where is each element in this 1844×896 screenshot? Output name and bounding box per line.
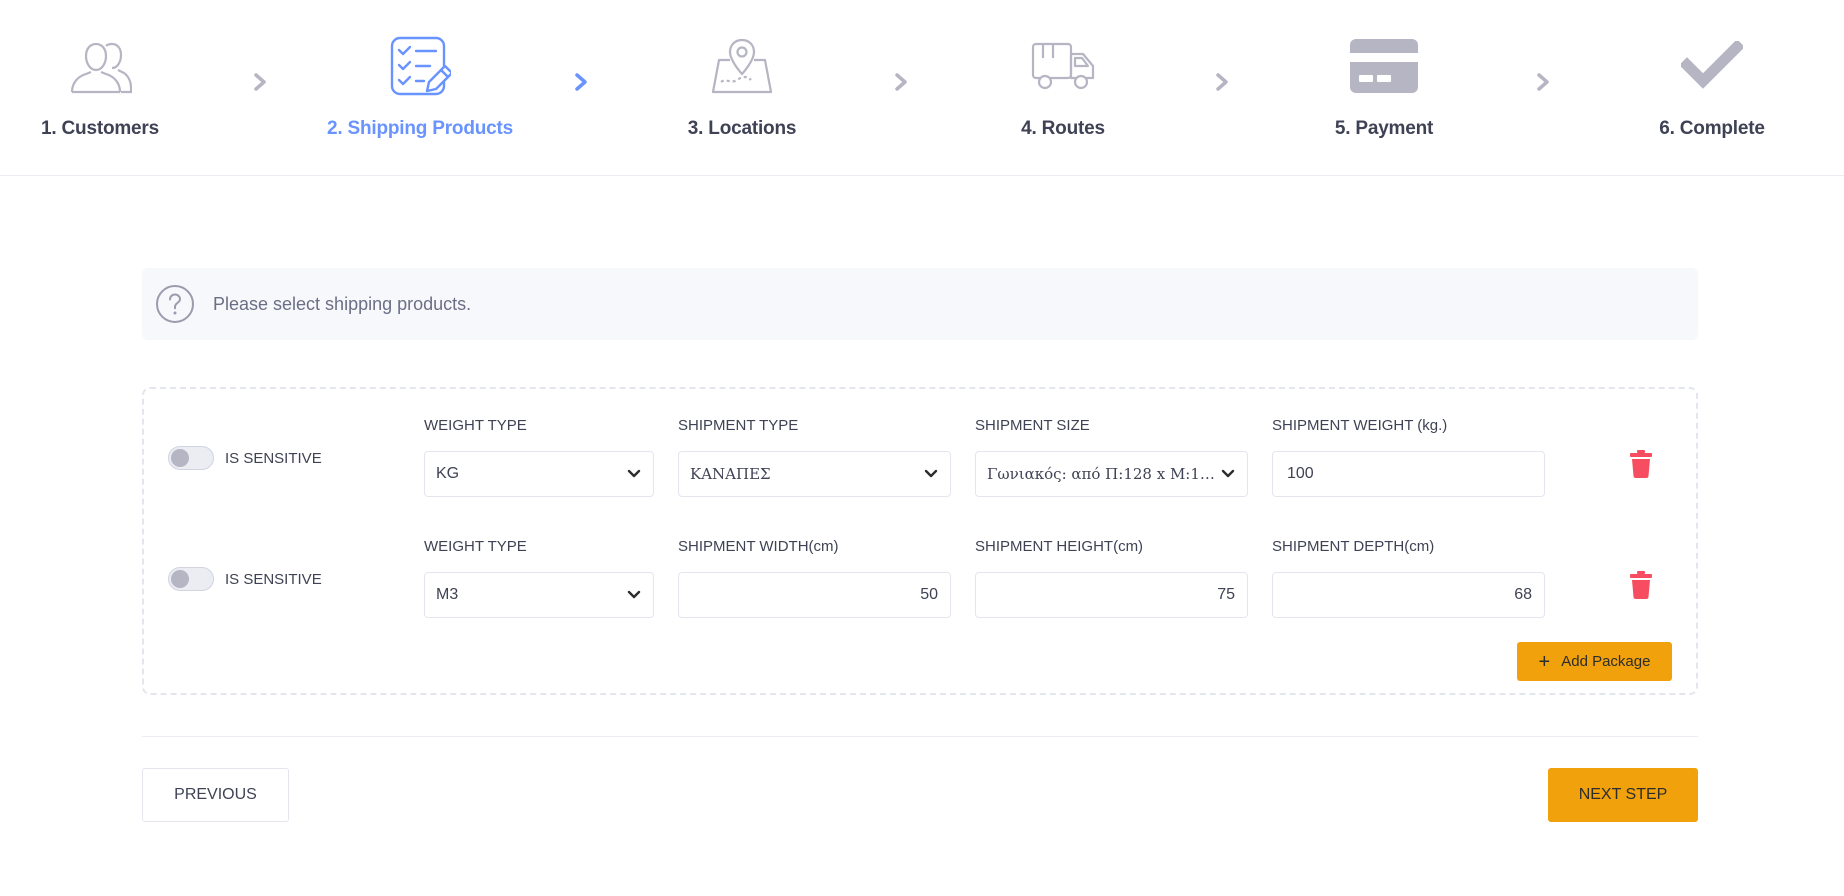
field-label: WEIGHT TYPE: [424, 538, 527, 555]
weight-type-select[interactable]: KG: [424, 451, 654, 497]
field-label: SHIPMENT TYPE: [678, 417, 799, 434]
step-customers[interactable]: 1. Customers: [0, 0, 210, 176]
step-label: 1. Customers: [41, 118, 159, 139]
chevron-right-icon: [1211, 70, 1233, 94]
is-sensitive-label: IS SENSITIVE: [225, 449, 322, 467]
chevron-right-icon: [570, 70, 592, 94]
chevron-down-icon: [627, 590, 641, 599]
shipment-depth-field: SHIPMENT DEPTH(cm) 68: [1272, 537, 1545, 618]
step-label: 3. Locations: [687, 118, 797, 139]
weight-type-field: WEIGHT TYPE KG: [424, 416, 654, 497]
input-value: 75: [1217, 586, 1235, 603]
shipment-weight-field: SHIPMENT WEIGHT (kg.) 100: [1272, 416, 1545, 497]
footer-divider: [142, 736, 1698, 737]
shipment-width-field: SHIPMENT WIDTH(cm) 50: [678, 537, 951, 618]
is-sensitive-label: IS SENSITIVE: [225, 570, 322, 588]
step-label: 4. Routes: [1021, 118, 1105, 139]
field-label: WEIGHT TYPE: [424, 417, 527, 434]
chevron-right-icon: [1532, 70, 1554, 94]
select-value: M3: [436, 586, 459, 603]
shipment-depth-input[interactable]: 68: [1272, 572, 1545, 618]
previous-button[interactable]: PREVIOUS: [142, 768, 289, 822]
shipment-width-input[interactable]: 50: [678, 572, 951, 618]
chevron-right-icon: [890, 70, 912, 94]
add-package-button[interactable]: + Add Package: [1517, 642, 1672, 681]
step-routes[interactable]: 4. Routes: [953, 0, 1173, 176]
trash-icon[interactable]: [1629, 450, 1653, 478]
map-pin-icon: [707, 34, 777, 98]
step-payment[interactable]: 5. Payment: [1274, 0, 1494, 176]
shipment-size-field: SHIPMENT SIZE Γωνιακός: από Π:128 x Μ:18…: [975, 416, 1248, 497]
wizard-stepper: 1. Customers 2. Shipping Products 3. Loc…: [0, 0, 1844, 176]
is-sensitive-toggle[interactable]: [168, 567, 214, 591]
field-label: SHIPMENT WEIGHT (kg.): [1272, 417, 1448, 434]
field-label: SHIPMENT DEPTH(cm): [1272, 538, 1435, 555]
chevron-right-icon: [249, 70, 271, 94]
truck-icon: [1028, 34, 1098, 98]
input-value: 50: [920, 586, 938, 603]
users-icon: [65, 34, 135, 98]
weight-type-field: WEIGHT TYPE M3: [424, 537, 654, 618]
previous-label: PREVIOUS: [174, 786, 257, 803]
next-step-button[interactable]: NEXT STEP: [1548, 768, 1698, 822]
field-label: SHIPMENT HEIGHT(cm): [975, 538, 1144, 555]
question-circle-icon: [156, 285, 194, 323]
shipment-size-select[interactable]: Γωνιακός: από Π:128 x Μ:185 (cm.): [975, 451, 1248, 497]
step-locations[interactable]: 3. Locations: [632, 0, 852, 176]
plus-icon: +: [1538, 650, 1551, 673]
input-value: 68: [1514, 586, 1532, 603]
credit-card-icon: [1349, 34, 1419, 98]
info-notice: Please select shipping products.: [142, 268, 1698, 340]
chevron-down-icon: [627, 469, 641, 478]
shipment-weight-input[interactable]: 100: [1272, 451, 1545, 497]
package-row: IS SENSITIVE WEIGHT TYPE KG SHIPMENT TYP…: [144, 416, 1696, 506]
select-value: ΚΑΝΑΠΕΣ: [690, 465, 771, 483]
chevron-down-icon: [924, 469, 938, 478]
next-step-label: NEXT STEP: [1578, 786, 1668, 803]
checklist-pencil-icon: [385, 34, 455, 98]
step-complete[interactable]: 6. Complete: [1602, 0, 1822, 176]
sensitive-toggle-group: IS SENSITIVE: [168, 567, 322, 591]
notice-text: Please select shipping products.: [213, 293, 472, 314]
select-value: Γωνιακός: από Π:128 x Μ:185 (cm.): [987, 465, 1217, 483]
field-label: SHIPMENT WIDTH(cm): [678, 538, 839, 555]
input-value: 100: [1287, 465, 1314, 482]
step-label: 6. Complete: [1659, 118, 1765, 139]
shipment-type-field: SHIPMENT TYPE ΚΑΝΑΠΕΣ: [678, 416, 951, 497]
step-label: 5. Payment: [1334, 118, 1434, 139]
shipment-height-field: SHIPMENT HEIGHT(cm) 75: [975, 537, 1248, 618]
shipment-height-input[interactable]: 75: [975, 572, 1248, 618]
trash-icon[interactable]: [1629, 571, 1653, 599]
shipment-type-select[interactable]: ΚΑΝΑΠΕΣ: [678, 451, 951, 497]
is-sensitive-toggle[interactable]: [168, 446, 214, 470]
package-row: IS SENSITIVE WEIGHT TYPE M3 SHIPMENT WID…: [144, 537, 1696, 627]
step-label: 2. Shipping Products: [326, 118, 513, 139]
field-label: SHIPMENT SIZE: [975, 417, 1090, 434]
step-shipping-products[interactable]: 2. Shipping Products: [310, 0, 530, 176]
weight-type-select[interactable]: M3: [424, 572, 654, 618]
sensitive-toggle-group: IS SENSITIVE: [168, 446, 322, 470]
add-package-label: Add Package: [1561, 653, 1651, 670]
select-value: KG: [436, 465, 460, 482]
chevron-down-icon: [1221, 469, 1235, 478]
checkmark-icon: [1677, 34, 1747, 98]
packages-container: IS SENSITIVE WEIGHT TYPE KG SHIPMENT TYP…: [142, 387, 1698, 695]
